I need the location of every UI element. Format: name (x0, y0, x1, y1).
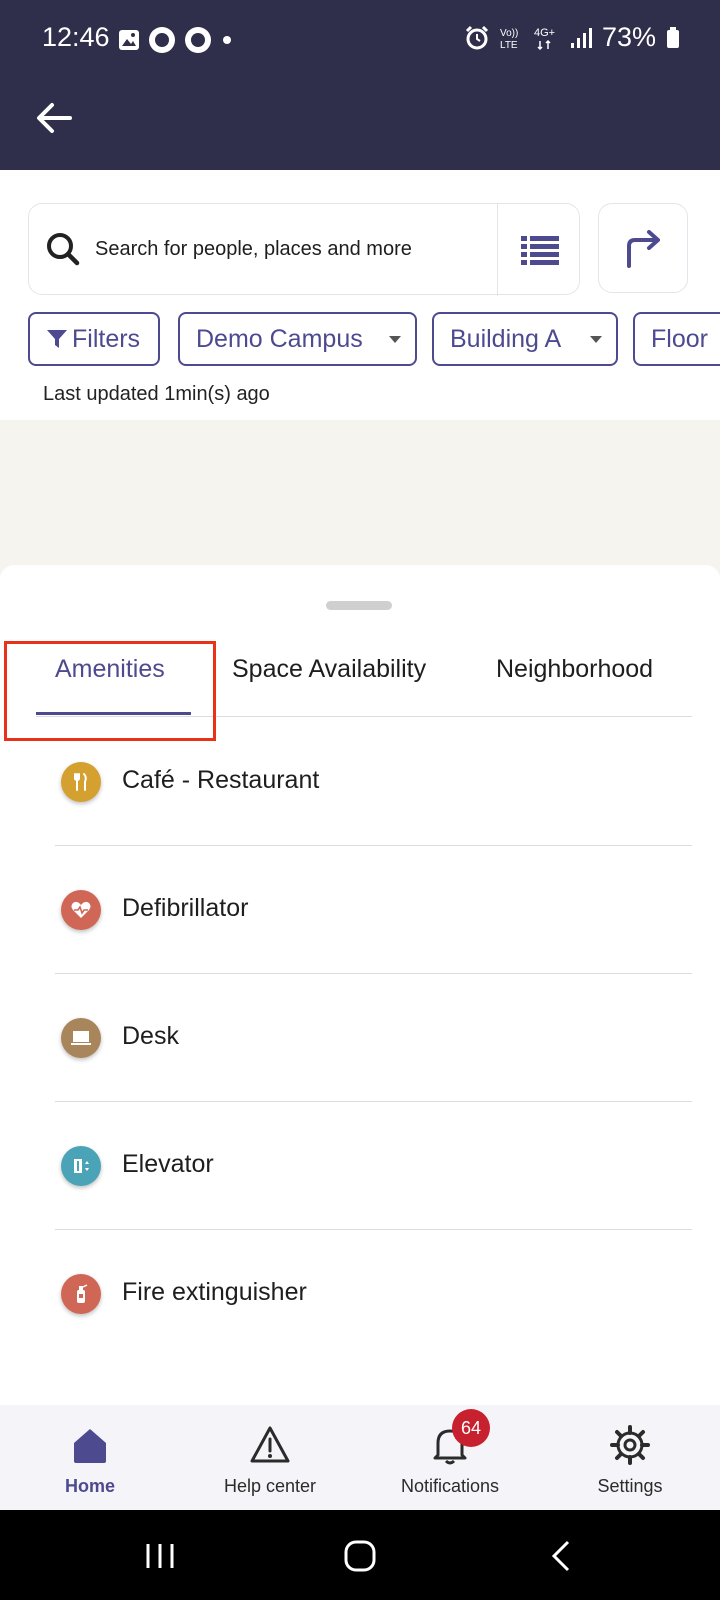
nav-notifications-label: Notifications (400, 1476, 500, 1496)
building-dropdown[interactable]: Building A (432, 312, 618, 366)
home-icon (74, 1429, 106, 1463)
amenity-label: Elevator (122, 1150, 214, 1178)
amenity-label: Café - Restaurant (122, 766, 320, 794)
tab-neighborhood[interactable]: Neighborhood (496, 655, 653, 684)
building-value: Building A (450, 324, 562, 353)
volte-icon: Vo))LTE (500, 28, 518, 51)
map-area[interactable] (0, 420, 720, 565)
floor-dropdown[interactable]: Floor (633, 312, 720, 366)
svg-text:4G+: 4G+ (534, 27, 555, 39)
amenity-label: Desk (122, 1022, 179, 1050)
list-item[interactable]: Café - Restaurant (0, 718, 720, 846)
gallery-icon (119, 30, 139, 50)
recent-apps-icon[interactable] (140, 1536, 180, 1576)
list-view-button[interactable] (498, 204, 581, 296)
filter-chips: Filters Demo Campus Building A Floor (28, 312, 720, 366)
svg-text:LTE: LTE (500, 40, 518, 51)
turn-right-arrow-icon (627, 230, 660, 268)
campus-value: Demo Campus (196, 324, 363, 353)
network-4g-icon: 4G+ (534, 27, 555, 50)
status-time: 12:46 (42, 22, 110, 52)
tab-space-availability[interactable]: Space Availability (232, 655, 426, 684)
list-item[interactable]: Elevator (0, 1102, 720, 1230)
search-input[interactable]: Search for people, places and more (95, 238, 412, 261)
floor-value: Floor (651, 324, 708, 353)
warning-triangle-icon (250, 1426, 290, 1463)
amenity-label: Fire extinguisher (122, 1278, 307, 1306)
svg-text:Vo)): Vo)) (500, 28, 518, 39)
nav-home-label: Home (64, 1476, 115, 1496)
app-notification-icon (149, 27, 175, 53)
chevron-down-icon (389, 336, 401, 343)
filters-button[interactable]: Filters (28, 312, 160, 366)
back-arrow-icon[interactable] (32, 96, 76, 140)
bottom-navigation: Home Help center 64 Notifications Settin… (0, 1405, 720, 1510)
app-notification-icon (185, 27, 211, 53)
last-updated-text: Last updated 1min(s) ago (43, 383, 270, 405)
list-item[interactable]: Fire extinguisher (0, 1230, 720, 1358)
fire-extinguisher-icon (61, 1274, 101, 1314)
search-bar[interactable]: Search for people, places and more (28, 203, 581, 296)
gear-icon (610, 1425, 650, 1465)
list-item[interactable]: Defibrillator (0, 846, 720, 974)
list-item[interactable]: Desk (0, 974, 720, 1102)
filters-label: Filters (72, 324, 141, 353)
back-button-icon[interactable] (542, 1536, 582, 1576)
bottom-sheet: Amenities Space Availability Neighborhoo… (0, 565, 720, 1405)
nav-settings-label: Settings (597, 1476, 663, 1496)
chevron-down-icon (590, 336, 602, 343)
app-bar: 12:46 Vo)) LTE 4G+ 73% (0, 0, 720, 170)
system-icons: Vo)) LTE 4G+ 73% (464, 22, 680, 53)
amenity-label: Defibrillator (122, 894, 249, 922)
filter-icon (47, 330, 67, 348)
battery-percent: 73% (601, 22, 656, 52)
laptop-icon (61, 1018, 101, 1058)
amenities-list: Café - Restaurant Defibrillator Desk Ele… (0, 718, 720, 1358)
heart-pulse-icon (61, 890, 101, 930)
notification-icons (118, 26, 234, 54)
elevator-icon (61, 1146, 101, 1186)
list-icon (520, 236, 559, 265)
battery-icon (667, 26, 679, 48)
notification-badge: 64 (452, 1409, 490, 1447)
campus-dropdown[interactable]: Demo Campus (178, 312, 417, 366)
more-dot-icon (223, 36, 231, 44)
nav-settings[interactable]: Settings (540, 1405, 720, 1510)
signal-icon (570, 27, 592, 48)
status-bar: 12:46 Vo)) LTE 4G+ 73% (0, 0, 720, 80)
nav-notifications[interactable]: 64 Notifications (360, 1405, 540, 1510)
fork-knife-icon (61, 762, 101, 802)
search-icon (47, 233, 80, 266)
nav-home[interactable]: Home (0, 1405, 180, 1510)
search-header: Search for people, places and more Filte… (0, 170, 720, 420)
nav-help-center[interactable]: Help center (180, 1405, 360, 1510)
system-navigation-bar (0, 1510, 720, 1600)
alarm-icon (465, 25, 489, 49)
directions-button[interactable] (598, 203, 688, 293)
nav-help-label: Help center (223, 1476, 317, 1496)
sheet-drag-handle[interactable] (326, 601, 392, 610)
home-button-icon[interactable] (340, 1536, 380, 1576)
